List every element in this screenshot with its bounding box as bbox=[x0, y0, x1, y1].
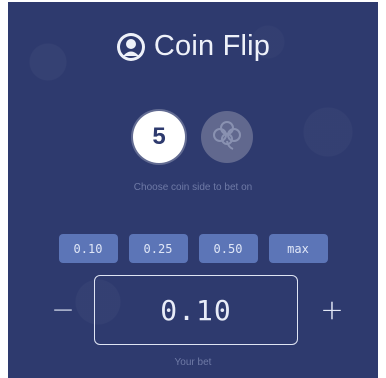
preset-0-25-button[interactable]: 0.25 bbox=[128, 234, 188, 263]
bet-stepper: − 0.10 + bbox=[8, 275, 378, 347]
coin-side-number-button[interactable]: 5 bbox=[133, 111, 185, 163]
coin-face-icon bbox=[116, 32, 146, 62]
app-title: Coin Flip bbox=[153, 30, 271, 62]
preset-0-10-button[interactable]: 0.10 bbox=[58, 234, 118, 263]
coin-side-hint: Choose coin side to bet on bbox=[133, 182, 253, 193]
app-header: Coin Flip bbox=[8, 30, 378, 63]
increase-bet-button[interactable]: + bbox=[317, 293, 347, 326]
bet-amount-input[interactable]: 0.10 bbox=[94, 275, 298, 345]
coin-side-selector: 5 bbox=[8, 111, 378, 163]
coin-flip-panel: Coin Flip 5 Choose coin side to bet on 0… bbox=[8, 2, 378, 378]
coin-side-clover-button[interactable] bbox=[201, 111, 253, 163]
clover-icon bbox=[209, 117, 245, 157]
bet-presets: 0.10 0.25 0.50 max bbox=[8, 234, 378, 263]
preset-0-50-button[interactable]: 0.50 bbox=[198, 234, 258, 263]
coin-side-number-label: 5 bbox=[152, 123, 166, 150]
decrease-bet-button[interactable]: − bbox=[48, 293, 78, 326]
preset-max-button[interactable]: max bbox=[268, 234, 328, 263]
bet-caption: Your bet bbox=[174, 357, 212, 368]
